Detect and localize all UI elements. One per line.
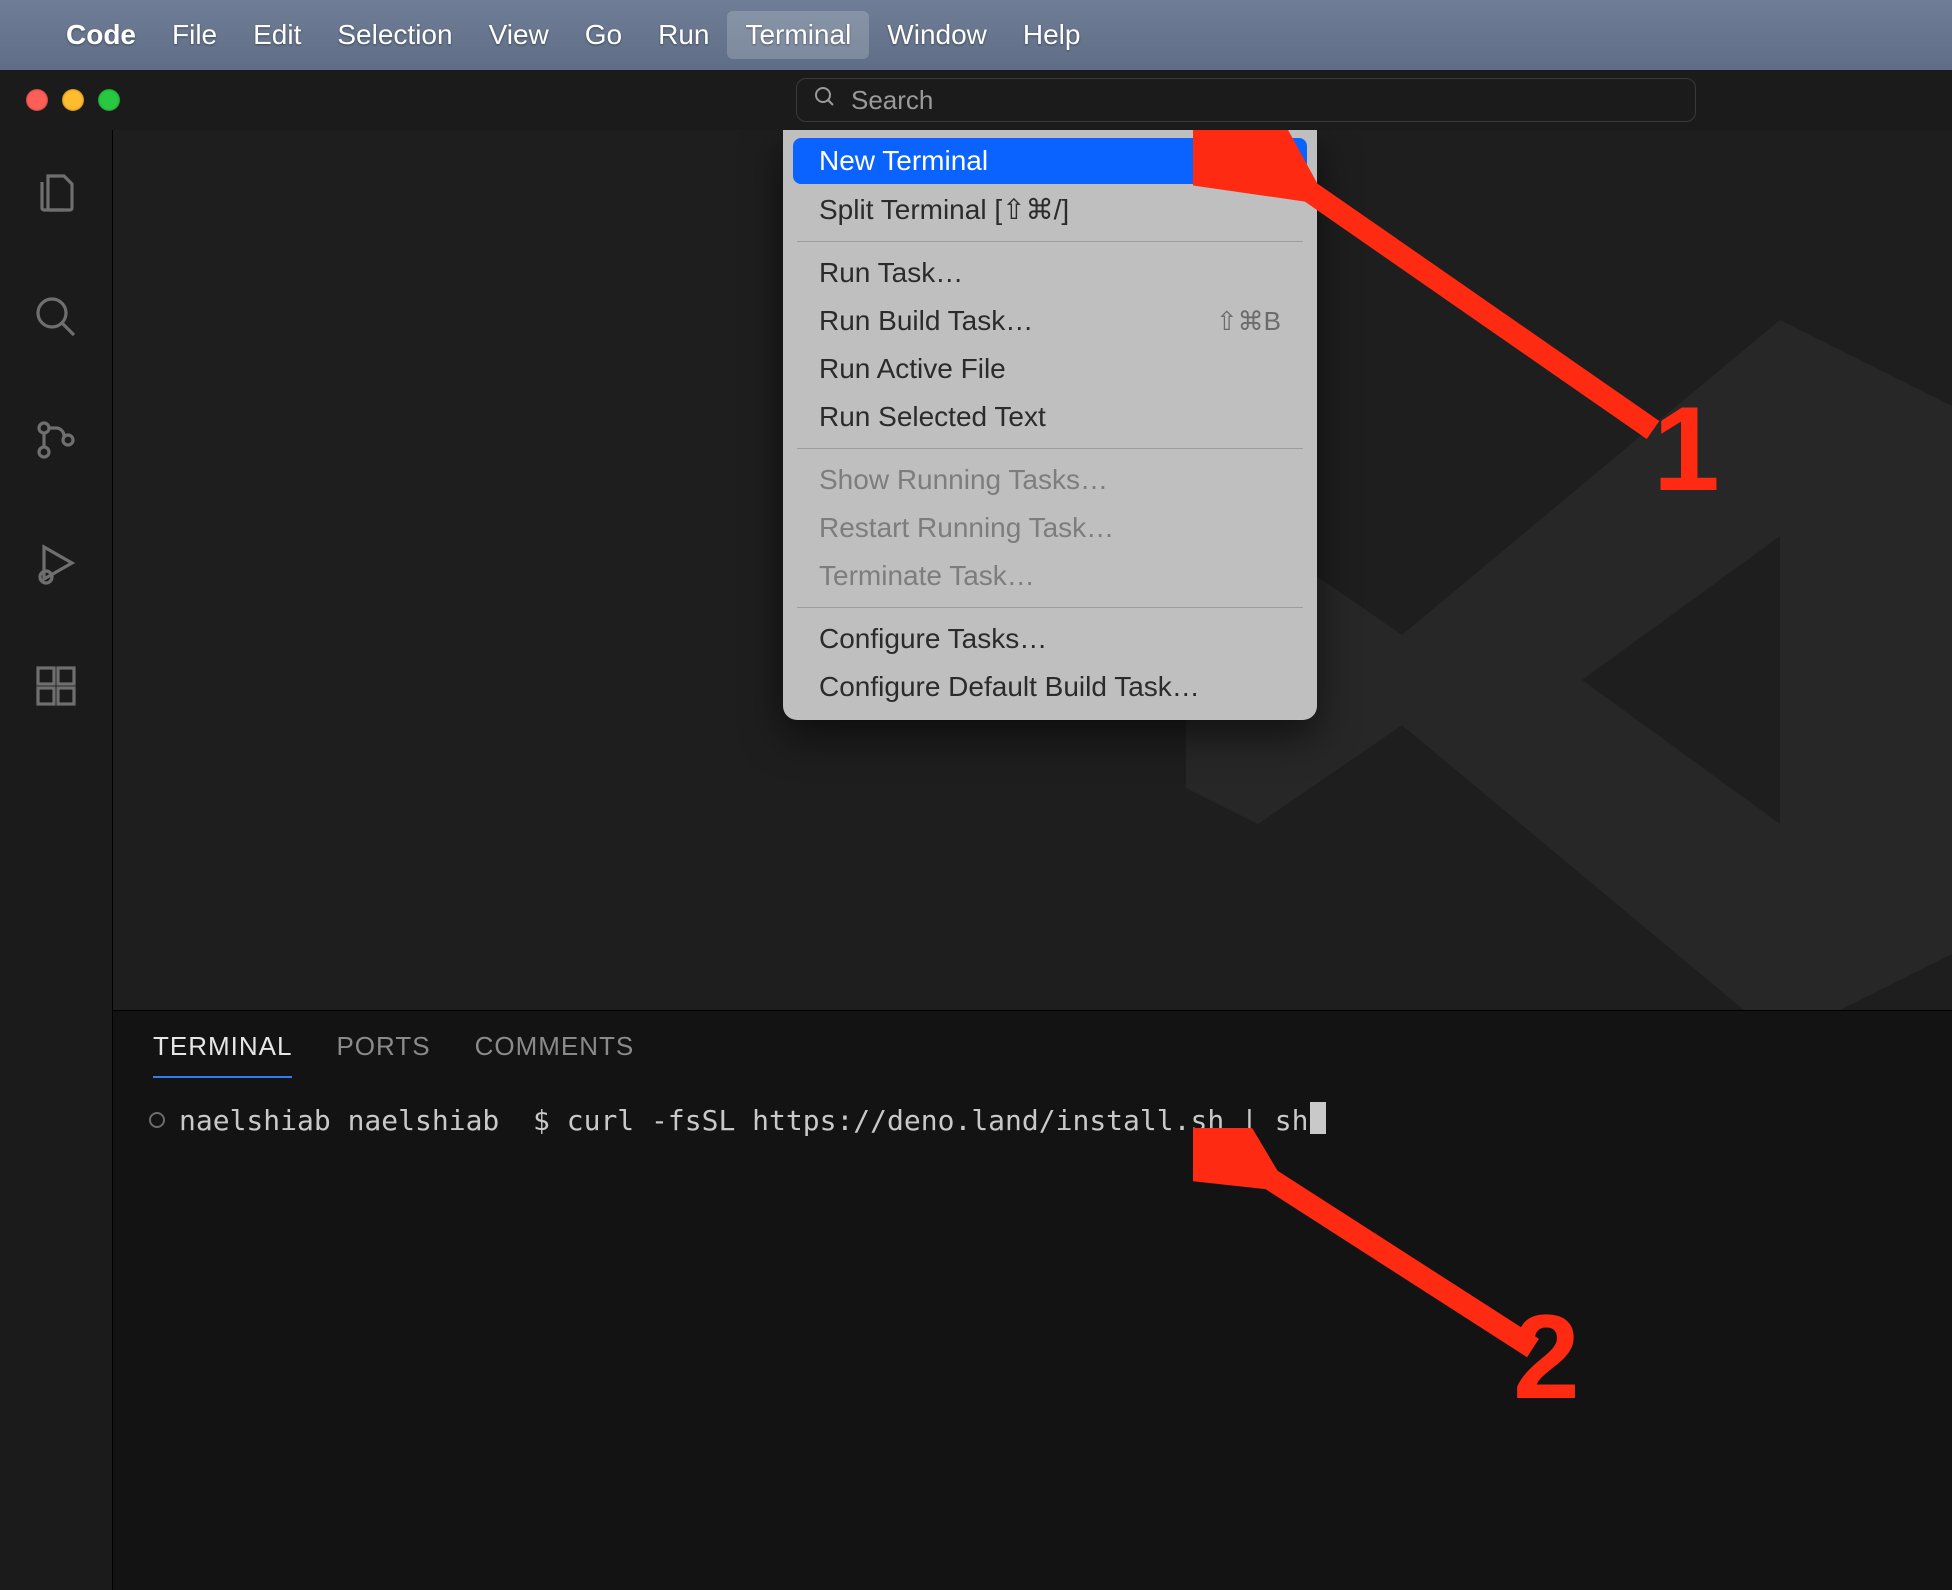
panel-tab-terminal[interactable]: TERMINAL — [153, 1031, 292, 1078]
menu-separator — [797, 241, 1303, 242]
command-center-search[interactable]: Search — [796, 78, 1696, 122]
terminal-prompt: naelshiab naelshiab $ — [179, 1104, 567, 1137]
menubar-item-edit[interactable]: Edit — [235, 11, 319, 59]
activity-run-debug-icon[interactable] — [32, 539, 80, 592]
menubar-item-selection[interactable]: Selection — [319, 11, 470, 59]
search-icon — [813, 85, 837, 116]
terminal-body[interactable]: naelshiab naelshiab $ curl -fsSL https:/… — [113, 1078, 1952, 1590]
menu-item-run-selected-text[interactable]: Run Selected Text — [793, 394, 1307, 440]
terminal-line: naelshiab naelshiab $ curl -fsSL https:/… — [179, 1102, 1326, 1137]
panel-tabs: TERMINAL PORTS COMMENTS — [113, 1011, 1952, 1078]
window-zoom-button[interactable] — [98, 89, 120, 111]
menu-item-label: Configure Default Build Task… — [819, 671, 1200, 703]
menu-separator — [797, 607, 1303, 608]
menubar-item-run[interactable]: Run — [640, 11, 727, 59]
activity-search-icon[interactable] — [32, 293, 80, 346]
menu-item-label: Run Selected Text — [819, 401, 1046, 433]
menu-item-label: Show Running Tasks… — [819, 464, 1108, 496]
menu-item-label: Restart Running Task… — [819, 512, 1114, 544]
menu-item-label: Run Task… — [819, 257, 963, 289]
menu-item-label: Terminate Task… — [819, 560, 1035, 592]
menubar-item-file[interactable]: File — [154, 11, 235, 59]
activity-extensions-icon[interactable] — [32, 662, 80, 715]
menu-item-restart-running-task: Restart Running Task… — [793, 505, 1307, 551]
menu-item-configure-tasks[interactable]: Configure Tasks… — [793, 616, 1307, 662]
menu-item-run-task[interactable]: Run Task… — [793, 250, 1307, 296]
macos-menubar: Code File Edit Selection View Go Run Ter… — [0, 0, 1952, 70]
terminal-command: curl -fsSL https://deno.land/install.sh … — [567, 1104, 1309, 1137]
menu-item-label: New Terminal — [819, 145, 988, 177]
annotation-arrow-2 — [1193, 1128, 1593, 1408]
menu-separator — [797, 448, 1303, 449]
window-titlebar: Search — [0, 70, 1952, 130]
menu-item-label: Split Terminal [⇧⌘/] — [819, 193, 1069, 226]
terminal-cursor — [1310, 1102, 1326, 1134]
menu-item-label: Run Active File — [819, 353, 1006, 385]
menu-item-show-running-tasks: Show Running Tasks… — [793, 457, 1307, 503]
activity-explorer-icon[interactable] — [32, 170, 80, 223]
panel-tab-ports[interactable]: PORTS — [336, 1031, 430, 1078]
menubar-item-window[interactable]: Window — [869, 11, 1005, 59]
panel-tab-comments[interactable]: COMMENTS — [475, 1031, 635, 1078]
search-placeholder: Search — [851, 85, 933, 116]
menu-item-run-build-task[interactable]: Run Build Task… ⇧⌘B — [793, 298, 1307, 344]
menu-item-shortcut: ⇧⌘B — [1216, 306, 1281, 337]
editor-canvas: New Terminal Split Terminal [⇧⌘/] Run Ta… — [113, 130, 1952, 1010]
window-minimize-button[interactable] — [62, 89, 84, 111]
menubar-app-name[interactable]: Code — [48, 11, 154, 59]
menu-item-label: Configure Tasks… — [819, 623, 1047, 655]
menu-item-new-terminal[interactable]: New Terminal — [793, 138, 1307, 184]
menu-item-run-active-file[interactable]: Run Active File — [793, 346, 1307, 392]
menubar-item-go[interactable]: Go — [567, 11, 640, 59]
terminal-session-indicator-icon — [149, 1112, 165, 1128]
editor-area: New Terminal Split Terminal [⇧⌘/] Run Ta… — [112, 130, 1952, 1590]
activity-source-control-icon[interactable] — [32, 416, 80, 469]
menubar-item-terminal[interactable]: Terminal — [727, 11, 869, 59]
bottom-panel: TERMINAL PORTS COMMENTS naelshiab naelsh… — [113, 1010, 1952, 1590]
menu-item-label: Run Build Task… — [819, 305, 1033, 337]
menubar-item-help[interactable]: Help — [1005, 11, 1099, 59]
activity-bar — [0, 130, 112, 1590]
menubar-item-view[interactable]: View — [471, 11, 567, 59]
menu-item-split-terminal[interactable]: Split Terminal [⇧⌘/] — [793, 186, 1307, 233]
annotation-number-2: 2 — [1513, 1288, 1580, 1426]
window-close-button[interactable] — [26, 89, 48, 111]
terminal-menu-dropdown: New Terminal Split Terminal [⇧⌘/] Run Ta… — [783, 130, 1317, 720]
menu-item-configure-default-build-task[interactable]: Configure Default Build Task… — [793, 664, 1307, 710]
menu-item-terminate-task: Terminate Task… — [793, 553, 1307, 599]
traffic-lights — [26, 89, 120, 111]
